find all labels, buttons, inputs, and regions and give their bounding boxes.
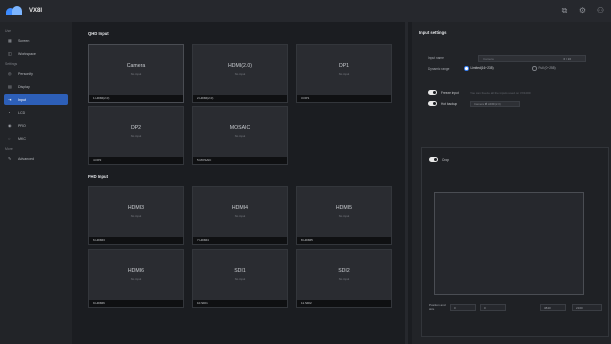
input-name-count: 6 / 16: [563, 57, 571, 61]
workspace-icon: ◫: [8, 51, 12, 56]
sidebar-item-screen[interactable]: ▦ Screen: [4, 35, 68, 46]
position-size-label: Position and size: [429, 303, 446, 311]
crop-toggle[interactable]: [429, 157, 438, 162]
sidebar-item-mkc[interactable]: ◌ MKC: [4, 133, 68, 144]
sidebar-item-personify[interactable]: ◎ Personify: [4, 68, 68, 79]
input-name-placeholder: Camera: [483, 57, 494, 61]
input-card[interactable]: HDMI5 No input 8.HDMI5: [296, 186, 392, 245]
crop-label: Crop: [442, 158, 449, 162]
input-card[interactable]: HDMI6 No input 9.HDMI6: [88, 249, 184, 308]
sidebar-item-advanced[interactable]: ✎ Advanced: [4, 153, 68, 164]
radio-selected-icon: [464, 66, 469, 71]
display-icon: ▤: [8, 84, 12, 89]
input-settings-panel: Input settings Input name Camera 6 / 16 …: [412, 22, 611, 344]
freeze-label: Freeze input: [441, 91, 459, 95]
sidebar-item-pro[interactable]: ◉ PRO: [4, 120, 68, 131]
input-card[interactable]: MOSAIC No input 5.MOSAIC: [192, 106, 288, 165]
main-content: QHD Input Camera No input 1.HDMI(2.0) HD…: [80, 22, 405, 344]
height-input[interactable]: 2160: [572, 304, 602, 311]
sidebar-item-lcd[interactable]: ◔ LCD: [4, 107, 68, 118]
input-card[interactable]: HDMI3 No input 6.HDMI3: [88, 186, 184, 245]
hot-backup-select[interactable]: Camera ⇄ HDMI(2.0): [470, 101, 520, 107]
range-full-option[interactable]: Full (0~255): [532, 66, 556, 71]
mkc-icon: ◌: [8, 136, 11, 141]
screen-icon: ▦: [8, 38, 12, 43]
range-limited-option[interactable]: Limited(16~235): [464, 66, 494, 71]
input-name-field[interactable]: Camera 6 / 16: [478, 55, 586, 62]
app-name: VX8I: [29, 8, 43, 14]
hot-backup-label: Hot backup: [441, 102, 458, 106]
input-card[interactable]: HDMI(2.0) No input 2.HDMI(2.0): [192, 44, 288, 103]
app-logo: [6, 6, 24, 16]
freeze-toggle[interactable]: [428, 90, 437, 95]
sidebar-item-workspace[interactable]: ◫ Workspace: [4, 48, 68, 59]
lcd-icon: ◔: [8, 110, 11, 115]
gear-icon[interactable]: ⚙: [578, 6, 587, 15]
input-card[interactable]: DP2 No input 4.DP2: [88, 106, 184, 165]
input-icon: ⇥: [8, 97, 12, 102]
panel-title: Input settings: [419, 30, 447, 35]
main-scrollbar[interactable]: [405, 22, 408, 344]
pos-y-input[interactable]: 0: [480, 304, 506, 311]
radio-icon: [532, 66, 537, 71]
sidebar-item-display[interactable]: ▤ Display: [4, 81, 68, 92]
input-card[interactable]: SDI2 No input 11.SDI2: [296, 249, 392, 308]
crop-section: Crop Position and size 0 0 3840 2160: [421, 147, 609, 337]
input-card[interactable]: Camera No input 1.HDMI(2.0): [88, 44, 184, 103]
input-card[interactable]: DP1 No input 3.DP1: [296, 44, 392, 103]
monitor-icon[interactable]: ⧉: [560, 6, 569, 15]
personify-icon: ◎: [8, 71, 12, 76]
input-name-label: Input name: [428, 56, 444, 60]
user-icon[interactable]: ⚇: [596, 6, 605, 15]
input-card[interactable]: HDMI4 No input 7.HDMI4: [192, 186, 288, 245]
dynamic-range-label: Dynamic range: [428, 67, 450, 71]
sidebar-group-settings: Settings: [5, 62, 18, 66]
pos-x-input[interactable]: 0: [450, 304, 476, 311]
wrench-icon: ✎: [8, 156, 12, 161]
top-bar: VX8I ⧉ ⚙ ⚇: [0, 0, 611, 22]
top-icons: ⧉ ⚙ ⚇: [560, 6, 605, 15]
sidebar-group-use: Use: [5, 29, 12, 33]
freeze-hint: You can freeze all the inputs used on VX…: [470, 91, 531, 95]
hot-backup-toggle[interactable]: [428, 101, 437, 106]
fhd-section-title: FHD Input: [88, 174, 109, 179]
sidebar-group-more: More: [5, 147, 13, 151]
width-input[interactable]: 3840: [540, 304, 566, 311]
qhd-section-title: QHD Input: [88, 31, 109, 36]
pro-icon: ◉: [8, 123, 12, 128]
crop-preview-area[interactable]: [434, 192, 584, 295]
sidebar-item-input[interactable]: ⇥ Input: [4, 94, 68, 105]
input-card[interactable]: SDI1 No input 10.SDI1: [192, 249, 288, 308]
sidebar: Use ▦ Screen ◫ Workspace Settings ◎ Personi…: [0, 22, 72, 344]
